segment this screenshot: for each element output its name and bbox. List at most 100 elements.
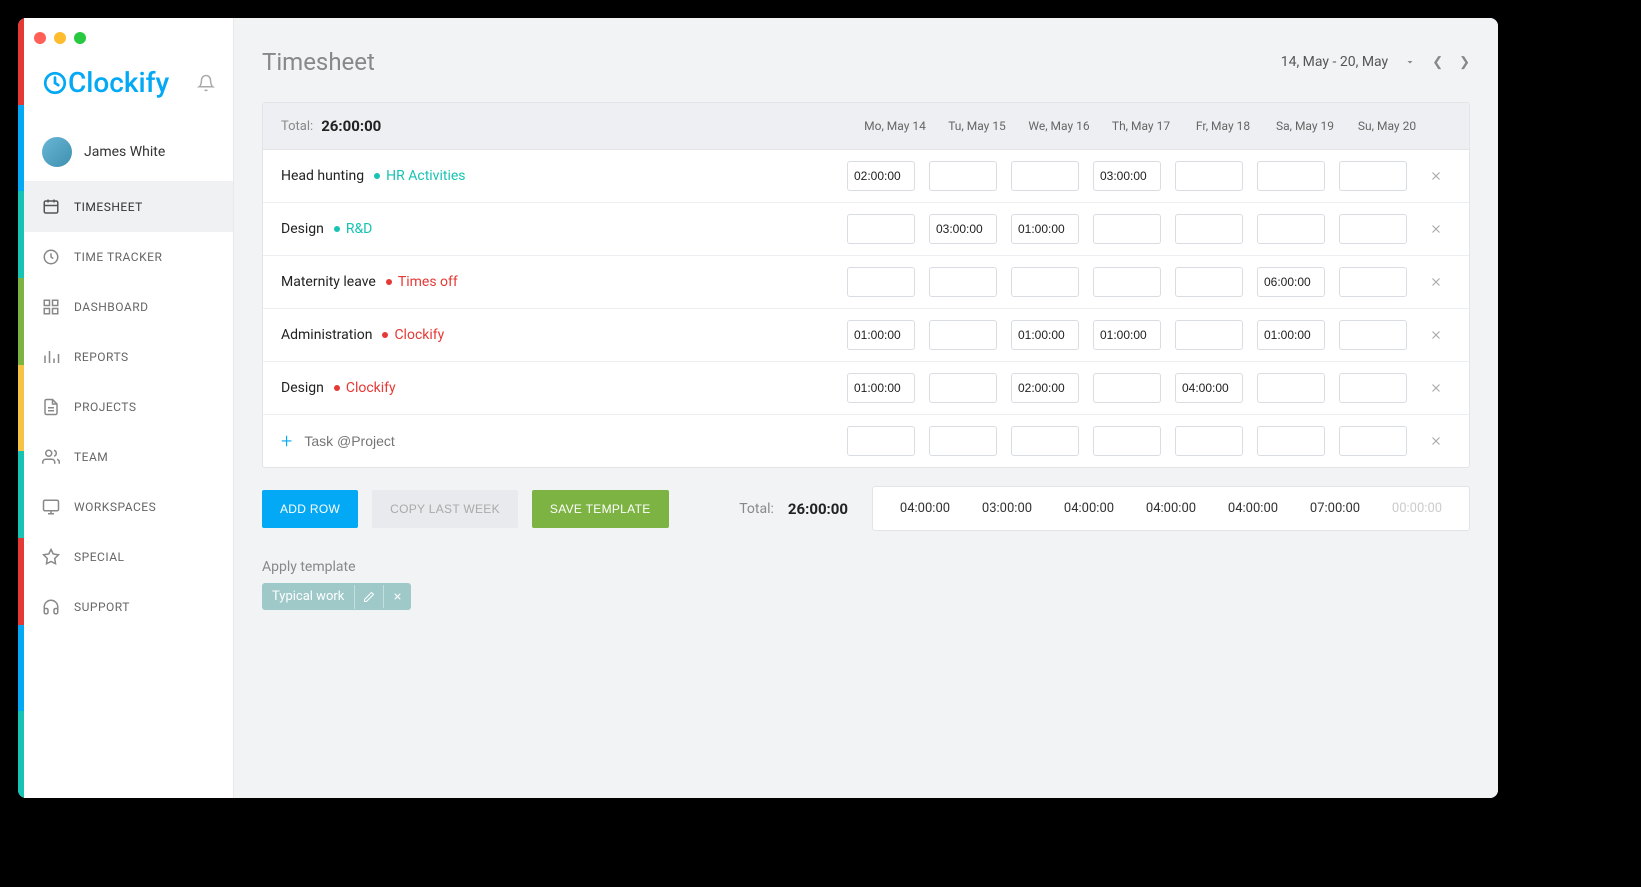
save-template-button[interactable]: SAVE TEMPLATE (532, 490, 669, 528)
time-input[interactable] (1257, 426, 1325, 456)
project-tag[interactable]: Clockify (382, 327, 444, 343)
caret-down-icon[interactable] (1404, 56, 1416, 68)
remove-template-icon[interactable] (383, 585, 411, 608)
time-input[interactable] (929, 267, 997, 297)
time-input[interactable] (1011, 214, 1079, 244)
sidebar-item-reports[interactable]: REPORTS (24, 332, 233, 382)
table-row: Head huntingHR Activities (263, 150, 1469, 203)
time-input[interactable] (1339, 267, 1407, 297)
nav-icon (42, 498, 60, 516)
avatar (42, 137, 72, 167)
sidebar-item-support[interactable]: SUPPORT (24, 582, 233, 632)
time-input[interactable] (847, 426, 915, 456)
time-input[interactable] (1257, 320, 1325, 350)
project-tag[interactable]: Clockify (334, 380, 396, 396)
time-input[interactable] (1257, 373, 1325, 403)
time-input[interactable] (1339, 161, 1407, 191)
time-input[interactable] (929, 320, 997, 350)
window-controls (34, 32, 86, 44)
edit-template-icon[interactable] (354, 585, 383, 609)
next-week-button[interactable]: ❯ (1459, 55, 1470, 70)
time-input[interactable] (1011, 426, 1079, 456)
add-row-button[interactable]: ADD ROW (262, 490, 358, 528)
delete-row-icon[interactable] (1429, 328, 1451, 342)
time-input[interactable] (847, 161, 915, 191)
project-tag[interactable]: R&D (334, 221, 373, 237)
day-header: Tu, May 15 (943, 119, 1011, 133)
sidebar-item-projects[interactable]: PROJECTS (24, 382, 233, 432)
close-window-icon[interactable] (34, 32, 46, 44)
day-header: Su, May 20 (1353, 119, 1421, 133)
day-totals: 04:00:0003:00:0004:00:0004:00:0004:00:00… (872, 486, 1470, 531)
time-input[interactable] (1175, 320, 1243, 350)
time-input[interactable] (929, 214, 997, 244)
time-input[interactable] (929, 373, 997, 403)
sidebar-item-dashboard[interactable]: DASHBOARD (24, 282, 233, 332)
time-input[interactable] (1011, 373, 1079, 403)
time-input[interactable] (929, 161, 997, 191)
time-input[interactable] (1093, 267, 1161, 297)
time-input[interactable] (847, 320, 915, 350)
day-header: We, May 16 (1025, 119, 1093, 133)
plus-icon[interactable]: + (281, 429, 292, 453)
template-chip[interactable]: Typical work (262, 583, 411, 610)
time-input[interactable] (1093, 214, 1161, 244)
time-input[interactable] (1175, 214, 1243, 244)
project-tag[interactable]: HR Activities (374, 168, 465, 184)
time-input[interactable] (1257, 267, 1325, 297)
time-input[interactable] (1175, 426, 1243, 456)
delete-row-icon[interactable] (1429, 222, 1451, 236)
new-row: + (263, 415, 1469, 467)
nav-icon (42, 548, 60, 566)
prev-week-button[interactable]: ❮ (1432, 55, 1443, 70)
time-input[interactable] (1093, 161, 1161, 191)
sidebar-item-team[interactable]: TEAM (24, 432, 233, 482)
copy-last-week-button[interactable]: COPY LAST WEEK (372, 490, 518, 528)
time-input[interactable] (1257, 161, 1325, 191)
table-row: AdministrationClockify (263, 309, 1469, 362)
time-input[interactable] (1339, 373, 1407, 403)
time-input[interactable] (847, 267, 915, 297)
time-input[interactable] (1175, 373, 1243, 403)
user-profile[interactable]: James White (24, 123, 233, 182)
time-input[interactable] (1011, 320, 1079, 350)
time-input[interactable] (1093, 320, 1161, 350)
notifications-icon[interactable] (197, 74, 215, 92)
time-input[interactable] (1093, 373, 1161, 403)
sidebar-item-timesheet[interactable]: TIMESHEET (24, 182, 233, 232)
maximize-window-icon[interactable] (74, 32, 86, 44)
nav-label: SPECIAL (74, 550, 125, 564)
time-input[interactable] (847, 214, 915, 244)
time-input[interactable] (1339, 214, 1407, 244)
time-input[interactable] (1011, 161, 1079, 191)
delete-row-icon[interactable] (1429, 381, 1451, 395)
time-input[interactable] (1339, 320, 1407, 350)
sidebar: Clockify James White TIMESHEETTIME TRACK… (24, 18, 234, 798)
day-total: 07:00:00 (1301, 501, 1369, 516)
sidebar-item-special[interactable]: SPECIAL (24, 532, 233, 582)
delete-row-icon[interactable] (1429, 275, 1451, 289)
nav-label: PROJECTS (74, 400, 137, 414)
delete-row-icon[interactable] (1429, 434, 1451, 448)
new-task-input[interactable] (304, 433, 604, 449)
sidebar-item-workspaces[interactable]: WORKSPACES (24, 482, 233, 532)
time-input[interactable] (1011, 267, 1079, 297)
time-input[interactable] (1175, 161, 1243, 191)
minimize-window-icon[interactable] (54, 32, 66, 44)
time-input[interactable] (1257, 214, 1325, 244)
delete-row-icon[interactable] (1429, 169, 1451, 183)
time-input[interactable] (1093, 426, 1161, 456)
table-row: Design R&D (263, 203, 1469, 256)
sidebar-item-time-tracker[interactable]: TIME TRACKER (24, 232, 233, 282)
app-logo: Clockify (42, 66, 169, 99)
date-range-picker[interactable]: 14, May - 20, May ❮ ❯ (1281, 54, 1470, 70)
nav-icon (42, 348, 60, 366)
time-input[interactable] (1339, 426, 1407, 456)
day-header: Fr, May 18 (1189, 119, 1257, 133)
apply-template-label: Apply template (262, 559, 1470, 575)
task-name: Design (281, 221, 324, 237)
time-input[interactable] (847, 373, 915, 403)
time-input[interactable] (929, 426, 997, 456)
time-input[interactable] (1175, 267, 1243, 297)
project-tag[interactable]: Times off (386, 274, 458, 290)
